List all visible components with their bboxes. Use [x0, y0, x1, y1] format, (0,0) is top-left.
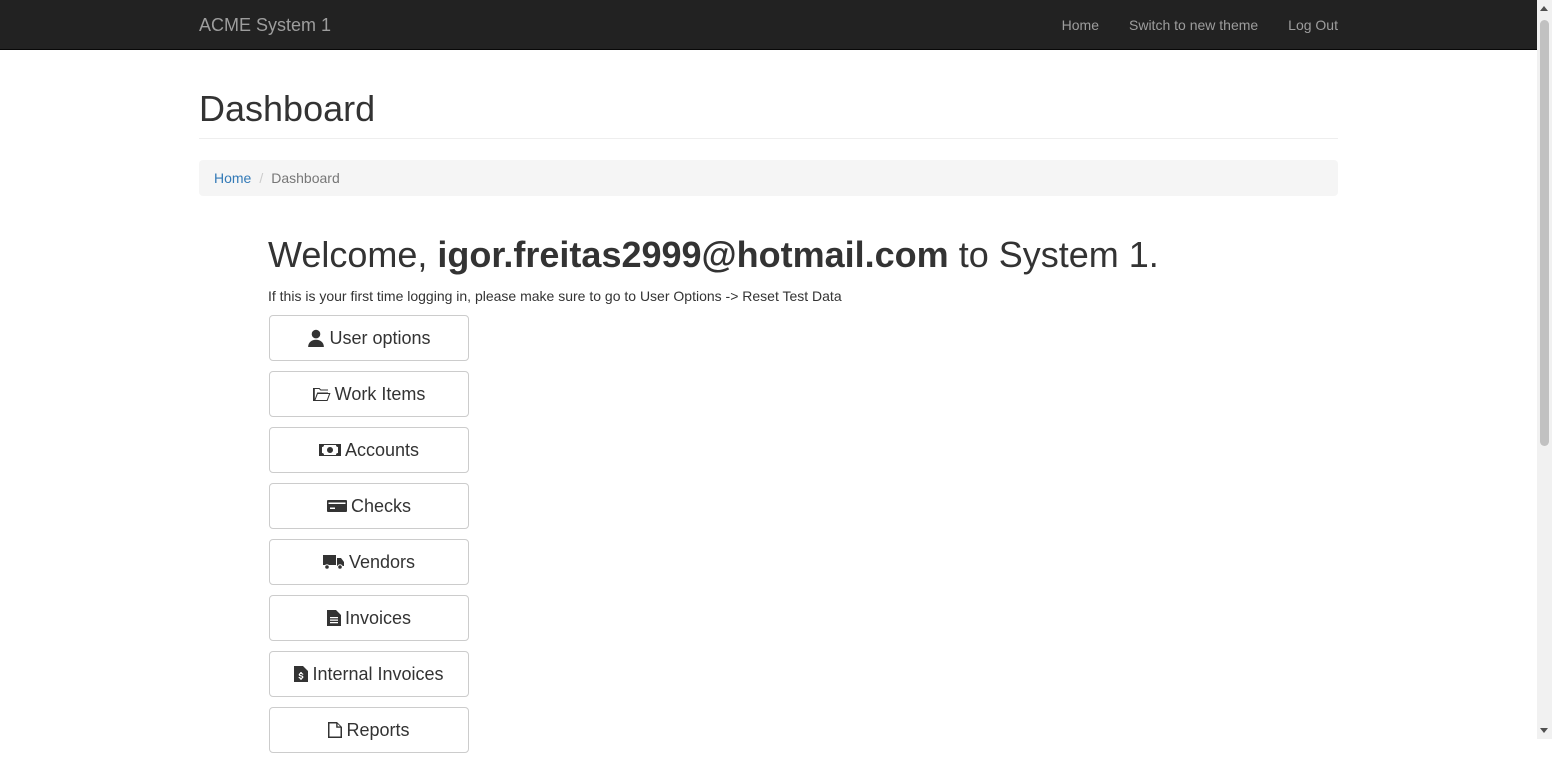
vendors-label: Vendors	[348, 551, 416, 572]
accounts-button[interactable]: Accounts	[269, 427, 469, 473]
page-title: Dashboard	[199, 88, 376, 129]
truck-icon	[322, 555, 344, 570]
breadcrumb-home-link[interactable]: Home	[214, 170, 251, 186]
file-icon	[328, 722, 343, 738]
top-navbar: ACME System 1 Home Switch to new theme L…	[0, 0, 1537, 50]
vendors-button[interactable]: Vendors	[269, 539, 469, 585]
reports-button[interactable]: Reports	[269, 707, 469, 753]
internal-invoices-button[interactable]: Internal Invoices	[269, 651, 469, 697]
work-items-label: Work Items	[334, 383, 426, 404]
welcome-suffix: to System 1.	[958, 234, 1159, 275]
credit-card-icon	[326, 500, 347, 512]
breadcrumb-separator: /	[259, 170, 264, 186]
nav-home-link[interactable]: Home	[1047, 0, 1114, 50]
nav-links: Home Switch to new theme Log Out	[1047, 0, 1338, 50]
folder-open-icon	[312, 388, 331, 401]
welcome-heading: Welcome, igor.freitas2999@hotmail.com to…	[268, 232, 1159, 278]
money-icon	[318, 444, 341, 456]
invoices-label: Invoices	[344, 607, 412, 628]
file-text-icon	[326, 610, 341, 626]
brand-link[interactable]: ACME System 1	[199, 15, 331, 35]
scroll-down-arrow-icon[interactable]	[1540, 728, 1548, 733]
breadcrumb-current: Dashboard	[271, 170, 340, 186]
invoices-button[interactable]: Invoices	[269, 595, 469, 641]
user-options-label: User options	[329, 327, 431, 348]
file-invoice-dollar-icon	[294, 666, 309, 682]
nav-switch-theme-link[interactable]: Switch to new theme	[1114, 0, 1273, 50]
internal-invoices-label: Internal Invoices	[312, 663, 444, 684]
accounts-label: Accounts	[344, 439, 420, 460]
nav-logout-link[interactable]: Log Out	[1273, 0, 1338, 50]
breadcrumb: Home / Dashboard	[199, 160, 1338, 196]
user-icon	[308, 329, 325, 347]
checks-button[interactable]: Checks	[269, 483, 469, 529]
vertical-scrollbar[interactable]	[1537, 0, 1552, 739]
work-items-button[interactable]: Work Items	[269, 371, 469, 417]
scrollbar-thumb[interactable]	[1540, 20, 1549, 446]
welcome-user: igor.freitas2999@hotmail.com	[437, 234, 949, 275]
welcome-prefix: Welcome,	[268, 234, 428, 275]
scroll-up-arrow-icon[interactable]	[1540, 6, 1548, 11]
first-login-notice: If this is your first time logging in, p…	[268, 288, 842, 304]
dashboard-menu: User options Work Items Accounts Checks …	[269, 315, 469, 763]
checks-label: Checks	[350, 495, 412, 516]
page-header: Dashboard	[199, 86, 1338, 139]
reports-label: Reports	[346, 719, 410, 740]
user-options-button[interactable]: User options	[269, 315, 469, 361]
